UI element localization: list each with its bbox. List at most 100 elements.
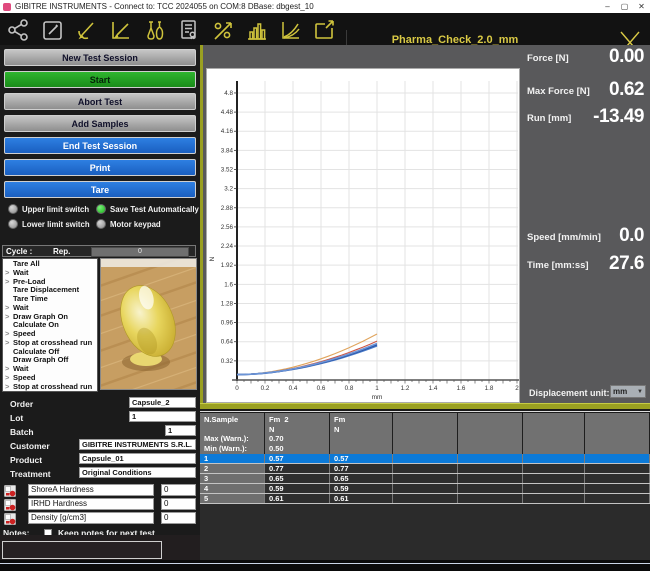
batch-field[interactable]: 1 [165,425,196,436]
curves-graph-icon[interactable] [276,16,303,43]
table-row[interactable]: 40.590.59 [200,484,650,494]
graph-pen-icon[interactable] [106,16,133,43]
end-test-session-button[interactable]: End Test Session [4,137,196,154]
value-cell [585,484,650,493]
table-row[interactable]: 20.770.77 [200,464,650,474]
table-empty-area [200,504,650,560]
switch-label: Lower limit switch [22,220,90,229]
minimize-button[interactable]: – [599,2,616,11]
value-cell: 0.57 [330,454,393,463]
table-header-cell[interactable] [523,413,585,454]
close-button[interactable]: ✕ [633,2,650,11]
svg-text:0.4: 0.4 [289,385,298,392]
add-samples-button[interactable]: Add Samples [4,115,196,132]
force-value: 0.00 [524,46,644,68]
table-header-cell[interactable]: FmN [330,413,393,454]
hardness-gauge-icon[interactable] [4,498,16,510]
table-header-cell[interactable] [585,413,650,454]
svg-text:2: 2 [515,385,519,392]
table-row[interactable]: 30.650.65 [200,474,650,484]
radio-indicator[interactable] [96,204,106,214]
rep-value[interactable]: 0 [91,247,189,257]
svg-text:1.28: 1.28 [221,301,234,308]
treatment-field[interactable]: Original Conditions [79,467,196,478]
svg-text:0.8: 0.8 [345,385,354,392]
product-field[interactable]: Capsule_01 [79,453,196,464]
step-arrow-icon: > [5,313,9,322]
table-corner-cell[interactable]: N.Sample Max (Warn.):Min (Warn.): [200,413,265,454]
switch-save-test-automatically[interactable]: Save Test Automatically [96,204,199,214]
radio-indicator[interactable] [96,219,106,229]
product-label: Product [10,455,42,465]
radio-indicator[interactable] [8,219,18,229]
displacement-unit-select[interactable]: mm ▼ [610,385,646,398]
value-cell [458,474,523,483]
switch-upper-limit-switch[interactable]: Upper limit switch [8,204,89,214]
value-cell: 0.65 [330,474,393,483]
value-cell [585,494,650,503]
notes-input[interactable] [2,541,162,559]
treatment-label: Treatment [10,469,51,479]
value-cell: 0.61 [265,494,330,503]
max-force-value: 0.62 [524,79,644,101]
svg-text:0.2: 0.2 [261,385,270,392]
svg-text:0.96: 0.96 [221,320,234,327]
value-cell: 0.65 [265,474,330,483]
lot-label: Lot [10,413,23,423]
abort-test-button[interactable]: Abort Test [4,93,196,110]
panel-border-left [200,45,203,408]
force-displacement-chart: 0.320.640.961.281.61.922.242.562.883.23.… [206,68,520,403]
samples-icon[interactable] [140,16,167,43]
hardness-name-field[interactable]: Density [g/cm3] [28,512,154,524]
report-icon[interactable] [174,16,201,43]
hardness-gauge-icon[interactable] [4,512,16,524]
pen-curve-icon[interactable] [72,16,99,43]
hardness-value-field[interactable]: 0 [161,512,196,524]
svg-text:2.56: 2.56 [221,224,234,231]
table-header-cell[interactable] [458,413,523,454]
app-icon [3,3,11,11]
svg-text:0.64: 0.64 [221,339,234,346]
maximize-button[interactable]: ▢ [616,2,633,11]
svg-text:1.6: 1.6 [457,385,466,392]
svg-text:0.6: 0.6 [317,385,326,392]
switch-motor-keypad[interactable]: Motor keypad [96,219,161,229]
bottom-divider [0,563,650,564]
switch-lower-limit-switch[interactable]: Lower limit switch [8,219,90,229]
svg-text:4.8: 4.8 [224,90,233,97]
results-table-body: 10.570.5720.770.7730.650.6540.590.5950.6… [200,454,650,504]
table-header-cell[interactable] [393,413,458,454]
table-row[interactable]: 50.610.61 [200,494,650,504]
value-cell [585,474,650,483]
value-cell [458,464,523,473]
table-row[interactable]: 10.570.57 [200,454,650,464]
hardness-value-field[interactable]: 0 [161,484,196,496]
cycle-step[interactable]: >Stop at crosshead run [3,383,97,392]
start-button[interactable]: Start [4,71,196,88]
radio-indicator[interactable] [8,204,18,214]
edit-icon[interactable] [38,16,65,43]
hardness-value-field[interactable]: 0 [161,498,196,510]
bar-chart-icon[interactable] [242,16,269,43]
cycle-label: Cycle : [6,247,32,256]
hardness-name-field[interactable]: IRHD Hardness [28,498,154,510]
percent-arrow-icon[interactable] [208,16,235,43]
customer-label: Customer [10,441,50,451]
export-icon[interactable] [310,16,337,43]
chart-series [237,334,377,375]
order-field[interactable]: Capsule_2 [129,397,196,408]
new-test-session-button[interactable]: New Test Session [4,49,196,66]
switch-label: Motor keypad [110,220,161,229]
hardness-gauge-icon[interactable] [4,484,16,496]
table-header-cell[interactable]: Fm 2N0.700.50 [265,413,330,454]
title-bar: GIBITRE INSTRUMENTS - Connect to: TCC 20… [0,0,650,14]
svg-text:2.88: 2.88 [221,205,234,212]
lot-field[interactable]: 1 [129,411,196,422]
value-cell: 0.57 [265,454,330,463]
hardness-name-field[interactable]: ShoreA Hardness [28,484,154,496]
tare-button[interactable]: Tare [4,181,196,198]
print-button[interactable]: Print [4,159,196,176]
value-cell [523,484,585,493]
customer-field[interactable]: GIBITRE INSTRUMENTS S.R.L. [79,439,196,450]
share-icon[interactable] [4,16,31,43]
